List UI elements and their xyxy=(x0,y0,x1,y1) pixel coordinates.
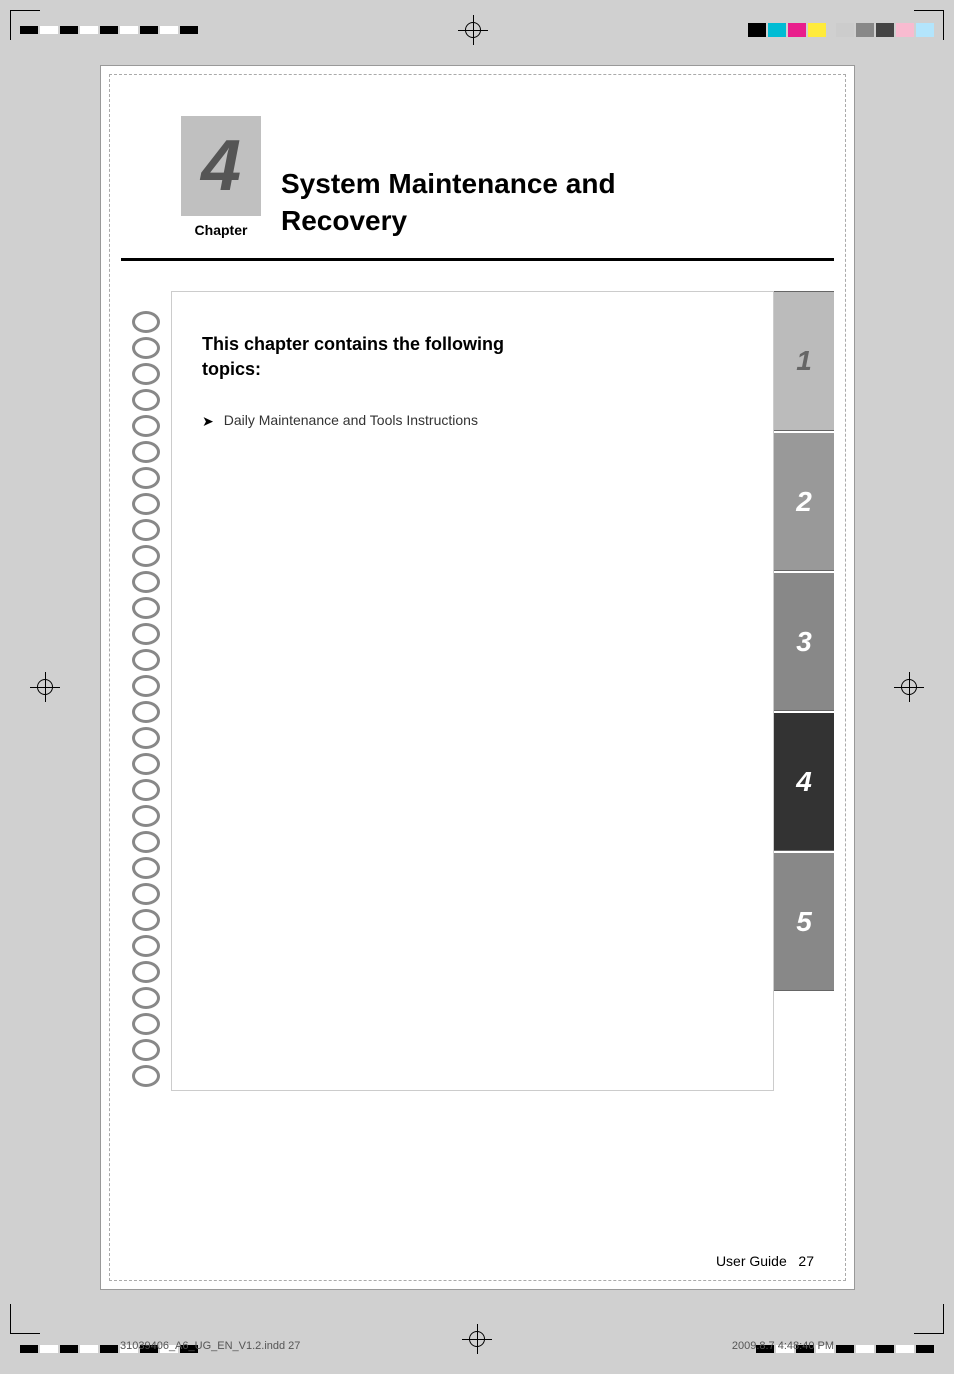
footer-label: User Guide xyxy=(716,1253,787,1269)
tab-number-1: 1 xyxy=(796,345,812,377)
list-item: ➤ Daily Maintenance and Tools Instructio… xyxy=(202,412,743,430)
bottom-datetime: 2009.8.7 4:48:40 PM xyxy=(732,1340,834,1352)
color-bar-black xyxy=(748,23,766,37)
tab-1: 1 xyxy=(774,291,834,431)
ring xyxy=(132,545,160,567)
dash-white xyxy=(160,26,178,34)
ring xyxy=(132,415,160,437)
dash xyxy=(60,1345,78,1353)
ring xyxy=(132,493,160,515)
ring xyxy=(132,675,160,697)
ring xyxy=(132,883,160,905)
mid-right-crosshair xyxy=(894,672,924,702)
rings-column xyxy=(121,291,171,1091)
ring xyxy=(132,389,160,411)
dash-black xyxy=(180,26,198,34)
ring xyxy=(132,441,160,463)
corner-line xyxy=(914,10,944,40)
tab-5: 5 xyxy=(774,851,834,991)
page-footer: User Guide 27 xyxy=(716,1253,814,1269)
ring xyxy=(132,987,160,1009)
crosshair-circle xyxy=(37,679,53,695)
corner-mark-tr xyxy=(894,10,944,60)
ring xyxy=(132,597,160,619)
dash xyxy=(916,1345,934,1353)
chapter-number-box: 4 xyxy=(181,116,261,216)
ring xyxy=(132,519,160,541)
crosshair-circle xyxy=(465,22,481,38)
ring xyxy=(132,831,160,853)
ring xyxy=(132,1039,160,1061)
main-page: 4 Chapter System Maintenance and Recover… xyxy=(100,65,855,1290)
crosshair-circle xyxy=(901,679,917,695)
color-bar-magenta xyxy=(788,23,806,37)
notebook-content: This chapter contains the following topi… xyxy=(171,291,774,1091)
crosshair-circle xyxy=(469,1331,485,1347)
tabs-column: 1 2 3 4 5 xyxy=(774,291,834,1091)
dash-white xyxy=(120,26,138,34)
ring xyxy=(132,623,160,645)
dash xyxy=(20,1345,38,1353)
ring xyxy=(132,571,160,593)
ring xyxy=(132,727,160,749)
intro-line1: This chapter contains the following xyxy=(202,334,504,354)
dash-black xyxy=(60,26,78,34)
dash-white xyxy=(80,26,98,34)
ring xyxy=(132,779,160,801)
ring xyxy=(132,805,160,827)
footer-page-number: 27 xyxy=(798,1253,814,1269)
dash xyxy=(836,1345,854,1353)
color-bar-lgray xyxy=(836,23,854,37)
ring xyxy=(132,753,160,775)
dash xyxy=(876,1345,894,1353)
ring xyxy=(132,649,160,671)
corner-mark-tl xyxy=(10,10,60,60)
color-bar-mgray xyxy=(856,23,874,37)
top-bar xyxy=(0,0,954,60)
ring xyxy=(132,857,160,879)
mid-left-crosshair xyxy=(30,672,60,702)
bottom-crosshair xyxy=(462,1324,492,1354)
dash xyxy=(896,1345,914,1353)
tab-4-active: 4 xyxy=(774,711,834,851)
ring xyxy=(132,1065,160,1087)
corner-line xyxy=(10,10,40,40)
ring xyxy=(132,363,160,385)
dash xyxy=(100,1345,118,1353)
ring xyxy=(132,961,160,983)
color-bar-cyan xyxy=(768,23,786,37)
ring xyxy=(132,935,160,957)
ring xyxy=(132,467,160,489)
tab-number-2: 2 xyxy=(796,486,812,518)
tab-number-5: 5 xyxy=(796,906,812,938)
tab-number-4: 4 xyxy=(796,766,812,798)
ring xyxy=(132,1013,160,1035)
tab-3: 3 xyxy=(774,571,834,711)
top-center-crosshair xyxy=(458,15,488,45)
notebook-area: This chapter contains the following topi… xyxy=(121,291,834,1091)
dash xyxy=(856,1345,874,1353)
chapter-number: 4 xyxy=(201,130,241,202)
dash xyxy=(80,1345,98,1353)
color-bar-yellow xyxy=(808,23,826,37)
ring xyxy=(132,337,160,359)
notebook-intro: This chapter contains the following topi… xyxy=(202,332,743,382)
tab-number-3: 3 xyxy=(796,626,812,658)
list-item-text: Daily Maintenance and Tools Instructions xyxy=(224,412,478,428)
intro-line2: topics: xyxy=(202,359,261,379)
dash-black xyxy=(100,26,118,34)
dash-black xyxy=(140,26,158,34)
ring xyxy=(132,311,160,333)
tab-2: 2 xyxy=(774,431,834,571)
ring xyxy=(132,701,160,723)
bottom-filename: 31039406_A6_UG_EN_V1.2.indd 27 xyxy=(120,1340,300,1352)
color-bar-dgray xyxy=(876,23,894,37)
list-arrow-icon: ➤ xyxy=(202,413,214,430)
dash xyxy=(40,1345,58,1353)
ring xyxy=(132,909,160,931)
